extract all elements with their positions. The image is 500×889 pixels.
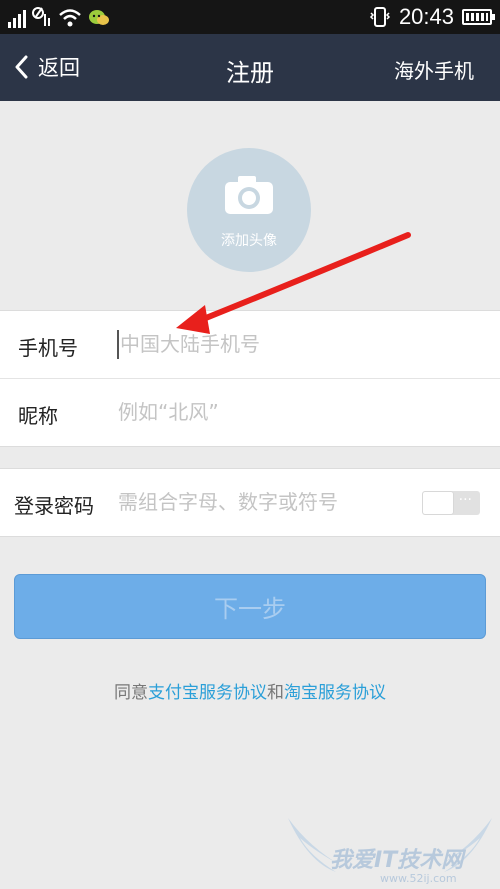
data-icon [32, 7, 50, 26]
show-password-toggle[interactable]: ··· [422, 491, 480, 515]
nickname-label: 昵称 [18, 404, 58, 428]
taobao-agreement-link[interactable]: 淘宝服务协议 [284, 683, 386, 703]
overseas-phone-button[interactable]: 海外手机 [394, 55, 474, 84]
password-form-group: 登录密码 ··· [0, 468, 500, 537]
camera-icon [225, 176, 273, 214]
password-label: 登录密码 [14, 494, 94, 518]
nickname-row: 昵称 [0, 378, 500, 446]
alipay-agreement-link[interactable]: 支付宝服务协议 [148, 683, 267, 703]
next-step-button[interactable]: 下一步 [14, 574, 486, 639]
phone-input[interactable] [120, 326, 480, 362]
vibrate-icon [369, 7, 390, 27]
toggle-knob [423, 492, 453, 514]
more-dots-icon: ··· [458, 492, 472, 508]
text-caret [117, 330, 119, 359]
agreement-prefix: 同意 [114, 683, 148, 703]
agreement-text: 同意支付宝服务协议和淘宝服务协议 [0, 678, 500, 703]
watermark: 我爱IT技术网 www.52ij.com [280, 808, 500, 889]
watermark-url: www.52ij.com [380, 872, 457, 885]
back-label: 返回 [38, 56, 80, 80]
back-button[interactable]: 返回 [14, 52, 80, 82]
battery-icon [462, 9, 495, 25]
phone-label: 手机号 [18, 336, 78, 360]
status-icons-right: 20:43 [369, 4, 495, 30]
nickname-input[interactable] [118, 394, 480, 430]
phone-row: 手机号 [0, 311, 500, 378]
profile-form-group: 手机号 昵称 [0, 310, 500, 447]
status-time: 20:43 [398, 4, 454, 29]
wifi-icon [59, 9, 81, 27]
add-avatar-button[interactable]: 添加头像 [187, 148, 311, 272]
password-row: 登录密码 ··· [0, 469, 500, 536]
chevron-left-icon [15, 55, 28, 79]
nav-bar: 返回 注册 海外手机 [0, 34, 500, 101]
password-input[interactable] [118, 484, 408, 520]
avatar-label: 添加头像 [221, 233, 277, 249]
signal-icon [8, 8, 26, 28]
watermark-text: 我爱IT技术网 [330, 848, 464, 873]
wechat-icon [89, 10, 109, 25]
agreement-conjunction: 和 [267, 683, 284, 703]
status-icons-left [8, 6, 110, 28]
status-bar: 20:43 [0, 0, 500, 34]
